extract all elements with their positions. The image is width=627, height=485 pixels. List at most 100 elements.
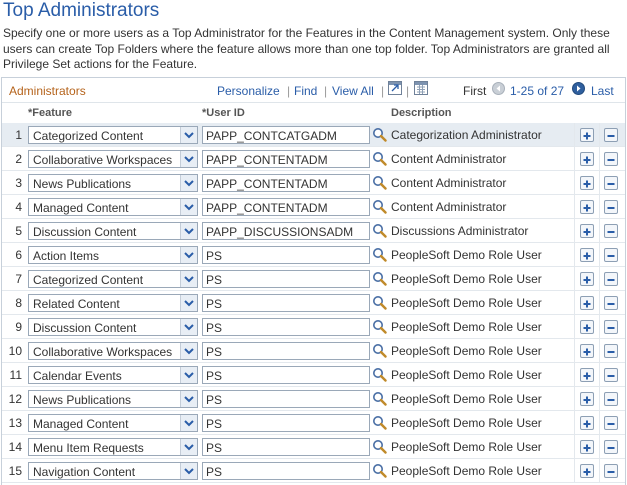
add-row-button[interactable] bbox=[580, 368, 594, 382]
user-id-field[interactable]: PS bbox=[202, 414, 370, 432]
delete-row-button[interactable] bbox=[604, 416, 618, 430]
delete-row-button[interactable] bbox=[604, 392, 618, 406]
delete-row-button[interactable] bbox=[604, 224, 618, 238]
chevron-down-icon[interactable] bbox=[180, 175, 197, 191]
chevron-down-icon[interactable] bbox=[180, 367, 197, 383]
delete-row-button[interactable] bbox=[604, 320, 618, 334]
add-row-button[interactable] bbox=[580, 224, 594, 238]
lookup-magnifier-icon[interactable] bbox=[372, 439, 387, 454]
last-page-link[interactable]: Last bbox=[591, 84, 614, 98]
user-id-field[interactable]: PS bbox=[202, 342, 370, 360]
download-grid-icon[interactable] bbox=[414, 81, 428, 95]
add-row-button[interactable] bbox=[580, 200, 594, 214]
chevron-down-icon[interactable] bbox=[180, 295, 197, 311]
chevron-down-icon[interactable] bbox=[180, 463, 197, 479]
user-id-field[interactable]: PS bbox=[202, 294, 370, 312]
lookup-magnifier-icon[interactable] bbox=[372, 463, 387, 478]
add-row-button[interactable] bbox=[580, 128, 594, 142]
chevron-down-icon[interactable] bbox=[180, 391, 197, 407]
add-row-button[interactable] bbox=[580, 248, 594, 262]
chevron-down-icon[interactable] bbox=[180, 319, 197, 335]
add-row-button[interactable] bbox=[580, 440, 594, 454]
delete-row-button[interactable] bbox=[604, 176, 618, 190]
feature-select[interactable]: Discussion Content bbox=[28, 222, 198, 240]
view-all-link[interactable]: View All bbox=[332, 84, 374, 98]
feature-select[interactable]: Navigation Content bbox=[28, 462, 198, 480]
delete-row-button[interactable] bbox=[604, 296, 618, 310]
zoom-grid-icon[interactable] bbox=[388, 81, 402, 95]
lookup-magnifier-icon[interactable] bbox=[372, 271, 387, 286]
chevron-down-icon[interactable] bbox=[180, 415, 197, 431]
delete-row-button[interactable] bbox=[604, 272, 618, 286]
feature-select[interactable]: Action Items bbox=[28, 246, 198, 264]
lookup-magnifier-icon[interactable] bbox=[372, 367, 387, 382]
lookup-magnifier-icon[interactable] bbox=[372, 199, 387, 214]
feature-select[interactable]: Discussion Content bbox=[28, 318, 198, 336]
next-page-icon[interactable] bbox=[572, 82, 586, 96]
delete-row-button[interactable] bbox=[604, 200, 618, 214]
chevron-down-icon[interactable] bbox=[180, 151, 197, 167]
lookup-magnifier-icon[interactable] bbox=[372, 247, 387, 262]
user-id-field[interactable]: PAPP_DISCUSSIONSADM bbox=[202, 222, 370, 240]
find-link[interactable]: Find bbox=[294, 84, 317, 98]
chevron-down-icon[interactable] bbox=[180, 223, 197, 239]
user-id-field[interactable]: PS bbox=[202, 390, 370, 408]
lookup-magnifier-icon[interactable] bbox=[372, 223, 387, 238]
user-id-field[interactable]: PAPP_CONTENTADM bbox=[202, 174, 370, 192]
feature-select[interactable]: Menu Item Requests bbox=[28, 438, 198, 456]
add-row-button[interactable] bbox=[580, 296, 594, 310]
lookup-magnifier-icon[interactable] bbox=[372, 319, 387, 334]
lookup-magnifier-icon[interactable] bbox=[372, 127, 387, 142]
delete-row-button[interactable] bbox=[604, 248, 618, 262]
delete-row-button[interactable] bbox=[604, 368, 618, 382]
add-row-button[interactable] bbox=[580, 152, 594, 166]
add-row-button[interactable] bbox=[580, 392, 594, 406]
feature-select[interactable]: Managed Content bbox=[28, 414, 198, 432]
chevron-down-icon[interactable] bbox=[180, 343, 197, 359]
delete-row-button[interactable] bbox=[604, 152, 618, 166]
user-id-field[interactable]: PS bbox=[202, 246, 370, 264]
chevron-down-icon[interactable] bbox=[180, 127, 197, 143]
chevron-down-icon[interactable] bbox=[180, 199, 197, 215]
user-id-field[interactable]: PS bbox=[202, 462, 370, 480]
feature-select[interactable]: News Publications bbox=[28, 174, 198, 192]
user-id-field[interactable]: PS bbox=[202, 318, 370, 336]
delete-row-button[interactable] bbox=[604, 128, 618, 142]
feature-select[interactable]: Collaborative Workspaces bbox=[28, 342, 198, 360]
chevron-down-icon[interactable] bbox=[180, 271, 197, 287]
add-row-button[interactable] bbox=[580, 416, 594, 430]
add-row-button[interactable] bbox=[580, 320, 594, 334]
column-header-feature[interactable]: *Feature bbox=[28, 107, 72, 119]
column-header-user-id[interactable]: *User ID bbox=[202, 107, 245, 119]
delete-row-button[interactable] bbox=[604, 344, 618, 358]
lookup-magnifier-icon[interactable] bbox=[372, 391, 387, 406]
lookup-magnifier-icon[interactable] bbox=[372, 151, 387, 166]
user-id-field[interactable]: PS bbox=[202, 438, 370, 456]
feature-select[interactable]: Related Content bbox=[28, 294, 198, 312]
feature-select[interactable]: Collaborative Workspaces bbox=[28, 150, 198, 168]
add-row-button[interactable] bbox=[580, 344, 594, 358]
personalize-link[interactable]: Personalize bbox=[217, 84, 280, 98]
delete-row-button[interactable] bbox=[604, 440, 618, 454]
feature-select[interactable]: Calendar Events bbox=[28, 366, 198, 384]
chevron-down-icon[interactable] bbox=[180, 439, 197, 455]
user-id-field[interactable]: PS bbox=[202, 270, 370, 288]
add-row-button[interactable] bbox=[580, 272, 594, 286]
delete-row-button[interactable] bbox=[604, 464, 618, 478]
user-id-field[interactable]: PAPP_CONTCATGADM bbox=[202, 126, 370, 144]
user-id-field[interactable]: PAPP_CONTENTADM bbox=[202, 198, 370, 216]
previous-page-icon[interactable] bbox=[492, 82, 506, 96]
lookup-magnifier-icon[interactable] bbox=[372, 343, 387, 358]
add-row-button[interactable] bbox=[580, 176, 594, 190]
user-id-field[interactable]: PS bbox=[202, 366, 370, 384]
feature-select[interactable]: Categorized Content bbox=[28, 270, 198, 288]
lookup-magnifier-icon[interactable] bbox=[372, 175, 387, 190]
chevron-down-icon[interactable] bbox=[180, 247, 197, 263]
feature-select[interactable]: Managed Content bbox=[28, 198, 198, 216]
feature-select[interactable]: Categorized Content bbox=[28, 126, 198, 144]
lookup-magnifier-icon[interactable] bbox=[372, 295, 387, 310]
column-header-description[interactable]: Description bbox=[391, 107, 452, 119]
add-row-button[interactable] bbox=[580, 464, 594, 478]
user-id-field[interactable]: PAPP_CONTENTADM bbox=[202, 150, 370, 168]
lookup-magnifier-icon[interactable] bbox=[372, 415, 387, 430]
